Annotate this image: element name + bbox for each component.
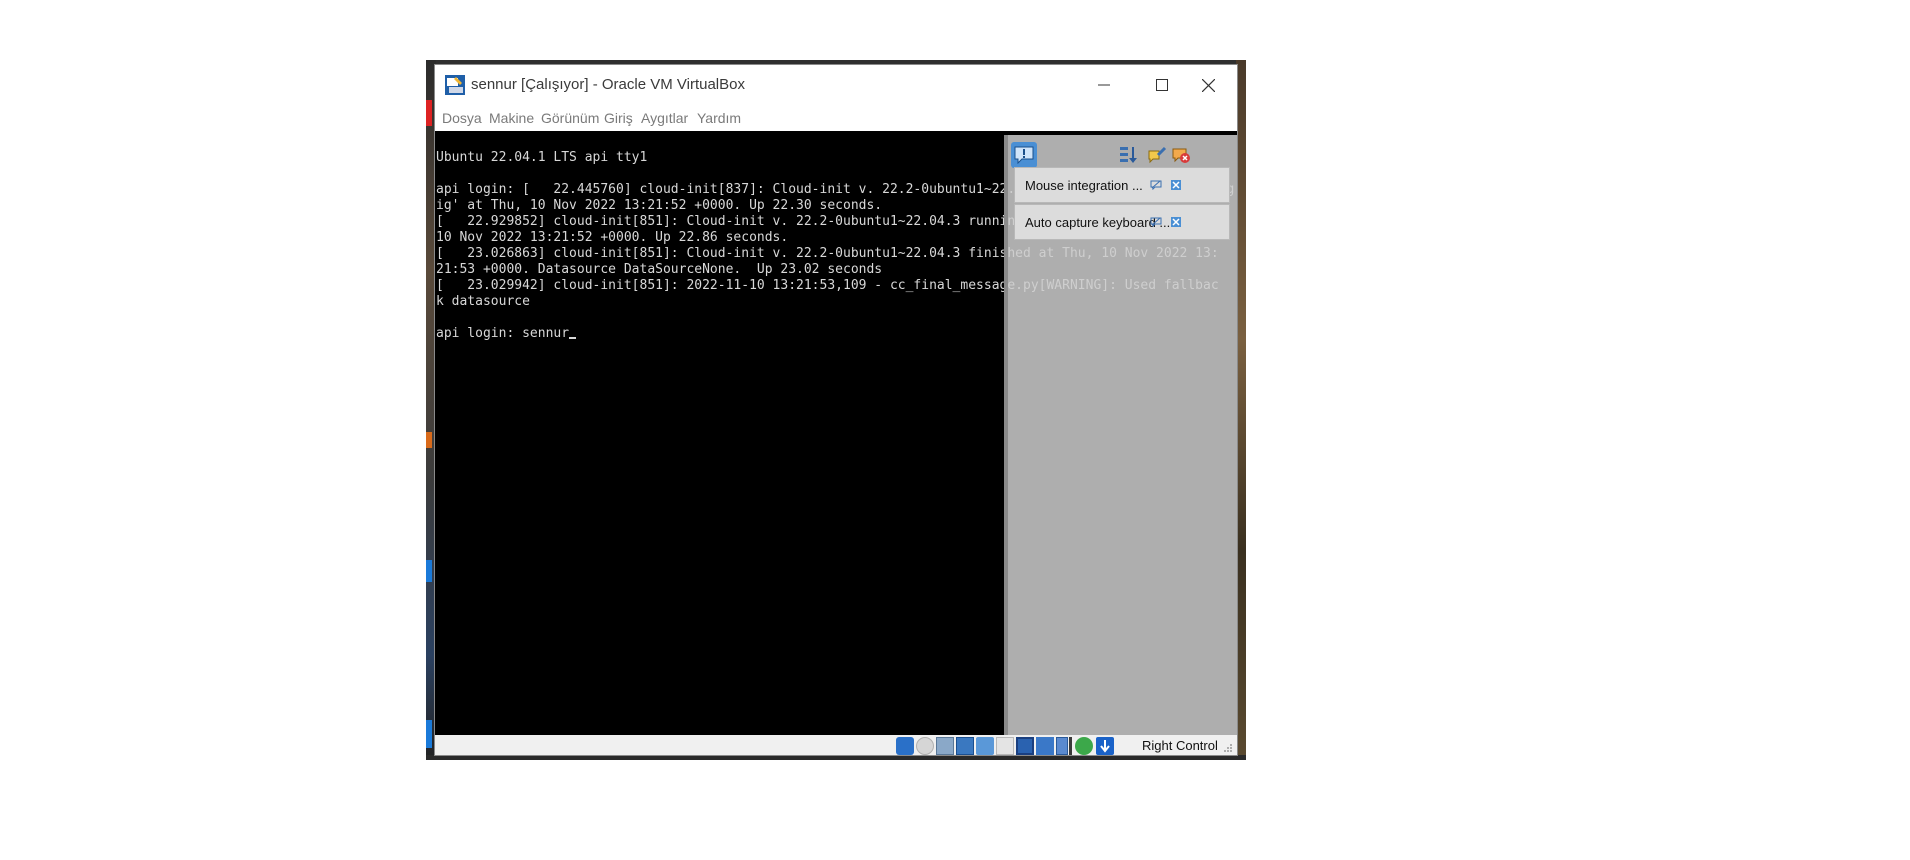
notification-label: Mouse integration ... bbox=[1025, 178, 1143, 193]
console-line: 21:53 +0000. Datasource DataSourceNone. … bbox=[436, 262, 883, 277]
suppress-icon bbox=[1150, 217, 1162, 227]
network-icon[interactable] bbox=[956, 737, 974, 755]
resize-grip-icon[interactable] bbox=[1223, 743, 1233, 753]
audio-icon[interactable] bbox=[936, 737, 954, 755]
console-line: k datasource bbox=[436, 294, 530, 309]
console-line: 10 Nov 2022 13:21:52 +0000. Up 22.86 sec… bbox=[436, 230, 789, 245]
keyboard-capture-icon[interactable] bbox=[1096, 737, 1114, 755]
display-icon[interactable] bbox=[1016, 737, 1034, 755]
hard-disk-icon[interactable] bbox=[896, 737, 914, 755]
cpu-icon[interactable] bbox=[1075, 737, 1093, 755]
usb-icon[interactable] bbox=[976, 737, 994, 755]
arrow-down-icon bbox=[1100, 740, 1110, 753]
status-bar: Right Control bbox=[435, 735, 1237, 755]
maximize-icon bbox=[1156, 79, 1168, 91]
virtualbox-icon bbox=[445, 75, 465, 95]
notification-icon bbox=[1014, 146, 1034, 164]
menu-bar: Dosya Makine Görünüm Giriş Aygıtlar Yard… bbox=[435, 105, 1237, 131]
vm-display[interactable]: Ubuntu 22.04.1 LTS api tty1 api login: [… bbox=[435, 131, 1237, 735]
virtualization-icon bbox=[1069, 737, 1072, 755]
close-icon bbox=[1171, 217, 1181, 227]
desktop-icon-fragment bbox=[426, 560, 432, 582]
sort-button[interactable] bbox=[1116, 142, 1142, 168]
close-button[interactable] bbox=[1179, 65, 1237, 105]
optical-drive-icon[interactable] bbox=[916, 737, 934, 755]
suppress-icon bbox=[1150, 180, 1162, 190]
clear-all-button[interactable] bbox=[1168, 142, 1194, 168]
desktop-icon-fragment bbox=[426, 100, 432, 126]
recording-icon[interactable] bbox=[1036, 737, 1054, 755]
console-login-line: api login: sennur bbox=[436, 326, 570, 341]
menu-devices[interactable]: Aygıtlar bbox=[641, 110, 688, 126]
window-title: sennur [Çalışıyor] - Oracle VM VirtualBo… bbox=[471, 76, 745, 93]
menu-file[interactable]: Dosya bbox=[442, 110, 482, 126]
virtualbox-vm-window: sennur [Çalışıyor] - Oracle VM VirtualBo… bbox=[434, 64, 1238, 756]
notification-close-button[interactable] bbox=[1169, 178, 1183, 192]
clear-all-icon bbox=[1172, 148, 1190, 163]
ignore-icon bbox=[1148, 146, 1167, 164]
close-icon bbox=[1201, 78, 1215, 92]
text-cursor bbox=[569, 337, 577, 339]
shared-folders-icon[interactable] bbox=[996, 737, 1014, 755]
menu-view[interactable]: Görünüm bbox=[541, 110, 599, 126]
sort-icon bbox=[1120, 147, 1137, 163]
menu-help[interactable]: Yardım bbox=[697, 110, 741, 126]
host-key-label[interactable]: Right Control bbox=[1142, 738, 1218, 753]
video-capture-icon[interactable] bbox=[1056, 737, 1068, 755]
minimize-icon bbox=[1098, 84, 1110, 86]
notification-mouse-integration[interactable]: Mouse integration ... bbox=[1014, 167, 1230, 203]
notification-toggle-button[interactable] bbox=[1011, 142, 1037, 168]
notification-suppress-button[interactable] bbox=[1149, 178, 1163, 192]
notification-suppress-button[interactable] bbox=[1149, 215, 1163, 229]
menu-input[interactable]: Giriş bbox=[604, 110, 633, 126]
minimize-button[interactable] bbox=[1075, 65, 1133, 105]
title-bar[interactable]: sennur [Çalışıyor] - Oracle VM VirtualBo… bbox=[435, 65, 1237, 105]
notification-close-button[interactable] bbox=[1169, 215, 1183, 229]
menu-machine[interactable]: Makine bbox=[489, 110, 534, 126]
close-icon bbox=[1171, 180, 1181, 190]
notification-auto-capture-keyboard[interactable]: Auto capture keyboard ... bbox=[1014, 204, 1230, 240]
desktop-icon-fragment bbox=[426, 720, 432, 748]
console-line: Ubuntu 22.04.1 LTS api tty1 bbox=[436, 150, 648, 165]
desktop-icon-fragment bbox=[426, 432, 432, 448]
notification-center: Mouse integration ... Auto capture keybo… bbox=[1004, 135, 1237, 735]
console-line: ig' at Thu, 10 Nov 2022 13:21:52 +0000. … bbox=[436, 198, 883, 213]
ignore-button[interactable] bbox=[1144, 142, 1170, 168]
